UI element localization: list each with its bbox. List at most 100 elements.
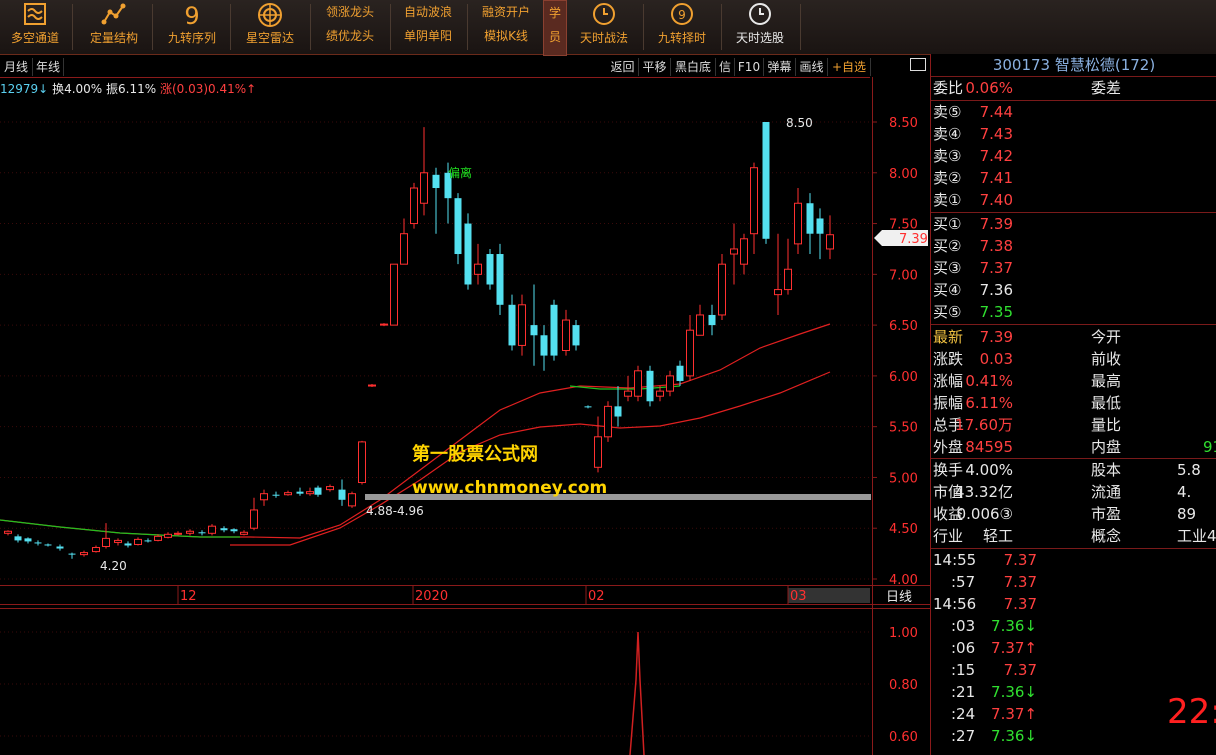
bid-price: 7.37 (979, 259, 1013, 277)
stat-label-2: 最高 (1091, 372, 1122, 390)
tick-price: 7.37 (1003, 551, 1037, 569)
ask-row: 卖⑤ 7.44 (931, 101, 1216, 123)
candle-body-up (474, 263, 482, 275)
candle-body-down (646, 370, 654, 402)
price-tick-label: 4.50 (889, 522, 918, 537)
stat-label-2: 内盘 (1091, 438, 1122, 456)
candle-body-up (656, 390, 664, 397)
price-tick-label: 4.00 (889, 573, 918, 588)
stat-label-2: 今开 (1091, 328, 1122, 346)
candle-body-down (220, 528, 228, 531)
fund-label: 换手 (933, 461, 964, 479)
candle-body-up (186, 530, 194, 534)
tick-row: 14:56 7.37 (931, 593, 1216, 615)
ask-price: 7.42 (979, 147, 1013, 165)
candle-body-up (208, 525, 216, 534)
stat-value: 7.39 (979, 328, 1013, 346)
tick-price: 7.37 (1003, 595, 1037, 613)
candle-body-down (34, 542, 42, 544)
candle-body-down (24, 538, 32, 542)
candle-body-up (718, 263, 726, 316)
candle-body-down (550, 304, 558, 356)
stat-value: 0.03 (979, 350, 1013, 368)
deviation-label: 偏离 (448, 165, 472, 180)
bid-label: 买③ (933, 259, 962, 277)
bid-price: 7.39 (979, 215, 1013, 233)
fund-label-2: 流通 (1091, 483, 1122, 501)
stat-label-2: 最低 (1091, 394, 1122, 412)
fundamental-row: 行业 轻工 概念 工业4 (931, 525, 1216, 547)
candle-body-up (114, 539, 122, 543)
candle-body-down (530, 325, 538, 336)
candle-body-up (368, 384, 376, 387)
candle-body-down (806, 203, 814, 234)
kline-chart[interactable]: 8.508.007.507.006.506.005.505.004.504.00… (0, 0, 930, 755)
fund-label-2: 概念 (1091, 527, 1122, 545)
candle-body-up (624, 390, 632, 397)
stat-label: 振幅 (933, 394, 964, 412)
bid-label: 买⑤ (933, 303, 962, 321)
candle-body-down (44, 544, 52, 546)
candle-body-up (174, 532, 182, 535)
stat-value-2: 91 (1203, 438, 1216, 456)
indicator-spike (629, 631, 645, 755)
candle-body-down (708, 314, 716, 326)
candle-body-up (284, 492, 292, 496)
fund-value: 轻工 (982, 527, 1013, 545)
stat-label: 涨幅 (933, 372, 964, 390)
weibi-row: 委比 0.06% 委差 (931, 77, 1216, 99)
stat-row: 外盘84595 内盘 91 (931, 436, 1216, 458)
ask-label: 卖① (933, 191, 962, 209)
price-tick-label: 5.00 (889, 471, 918, 486)
candle-body-up (358, 441, 366, 484)
tick-time: :15 (951, 661, 976, 679)
candle-body-up (4, 530, 12, 534)
bid-price: 7.38 (979, 237, 1013, 255)
candle-body-down (68, 553, 76, 555)
candle-body-up (730, 248, 738, 255)
tick-row: :15 7.37 (931, 659, 1216, 681)
bid-price: 7.36 (979, 281, 1013, 299)
tick-price: 7.37 (1003, 661, 1037, 679)
date-label: 03 (790, 589, 807, 604)
candle-body-up (154, 535, 162, 541)
candle-body-down (572, 325, 580, 346)
fund-value-2: 4. (1177, 483, 1192, 501)
fund-value-2: 5.8 (1177, 461, 1201, 479)
candle-body-up (518, 304, 526, 346)
candle-body-down (124, 543, 132, 546)
candle-body-down (144, 540, 152, 542)
candle-body-up (80, 552, 88, 556)
fund-value-2: 89 (1177, 505, 1197, 523)
ask-price: 7.40 (979, 191, 1013, 209)
bid-label: 买① (933, 215, 962, 233)
candle-body-up (390, 263, 398, 326)
price-tick-label: 8.00 (889, 167, 918, 182)
tick-price: 7.36↓ (991, 683, 1037, 701)
candle-body-up (348, 493, 356, 507)
candle-body-up (594, 436, 602, 468)
stat-label: 外盘 (933, 438, 964, 456)
weibi-label: 委比 (933, 79, 964, 97)
candle-body-down (14, 536, 22, 541)
ask-row: 卖③ 7.42 (931, 145, 1216, 167)
ask-price: 7.41 (979, 169, 1013, 187)
sub-tick-label: 1.00 (889, 626, 918, 641)
ask-label: 卖② (933, 169, 962, 187)
fund-value: 43.32亿 (955, 483, 1013, 501)
candle-body-down (496, 254, 504, 305)
candle-body-down (486, 254, 494, 285)
fundamental-row: 收益 0.006③ 市盈 89 (931, 503, 1216, 525)
candle-body-down (676, 365, 684, 381)
low-label: 4.20 (100, 559, 127, 573)
tick-time: :03 (951, 617, 976, 635)
stat-row: 总手 17.60万 量比 (931, 414, 1216, 436)
candle-body-down (614, 406, 622, 417)
candle-body-up (326, 486, 334, 491)
candle-body-down (338, 489, 346, 500)
fund-value: 0.006③ (956, 505, 1013, 523)
candle-body-up (784, 268, 792, 291)
price-tick-label: 6.50 (889, 319, 918, 334)
stat-label-2: 量比 (1091, 416, 1122, 434)
candle-body-up (400, 233, 408, 265)
